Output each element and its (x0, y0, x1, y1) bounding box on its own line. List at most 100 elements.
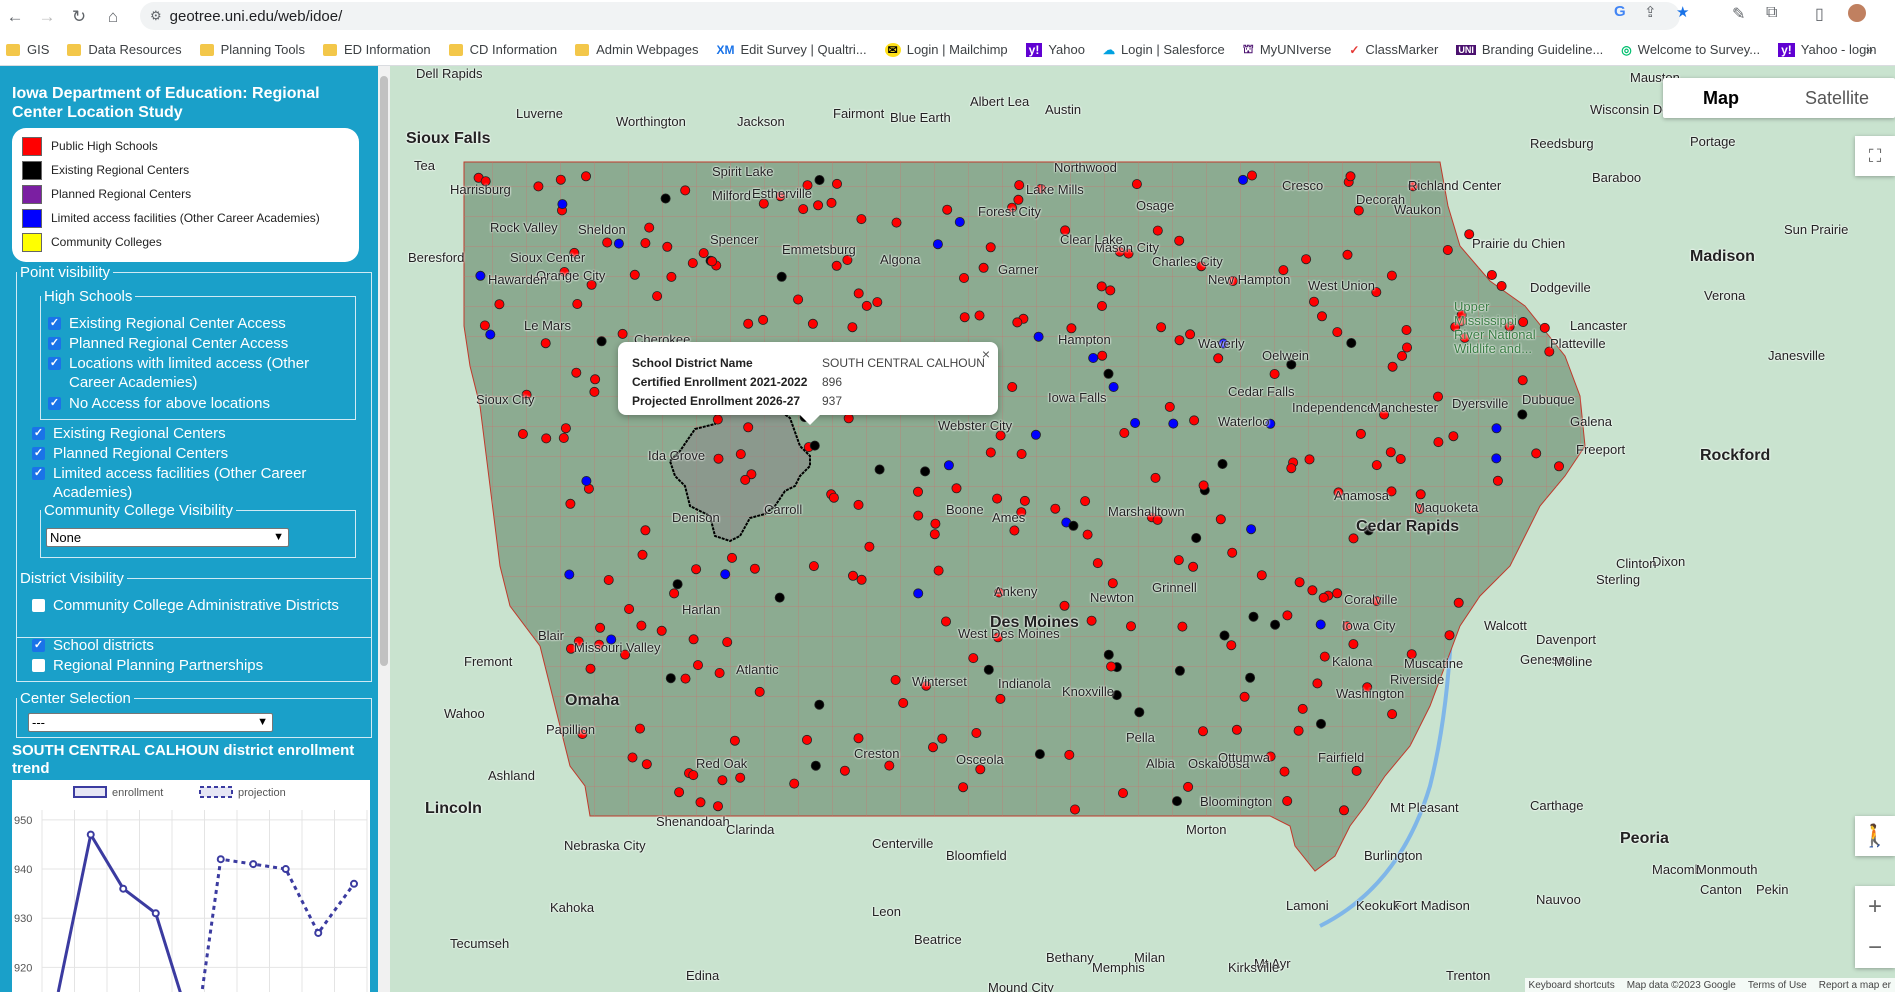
high-school-marker[interactable] (1106, 661, 1117, 672)
high-school-marker[interactable] (706, 256, 717, 267)
high-school-marker[interactable] (1227, 547, 1238, 558)
regional-center-marker[interactable] (672, 579, 683, 590)
high-school-marker[interactable] (1016, 448, 1027, 459)
regional-center-marker[interactable] (920, 466, 931, 477)
high-school-marker[interactable] (1309, 296, 1320, 307)
checkbox-regional-planning[interactable]: Regional Planning Partnerships (32, 656, 362, 675)
regional-center-marker[interactable] (596, 336, 607, 347)
limited-access-marker[interactable] (1238, 174, 1249, 185)
high-school-marker[interactable] (666, 271, 677, 282)
high-school-marker[interactable] (698, 248, 709, 259)
high-school-marker[interactable] (640, 238, 651, 249)
keyboard-shortcuts-link[interactable]: Keyboard shortcuts (1529, 980, 1615, 991)
extension-pen-icon[interactable]: ✎ (1732, 4, 1745, 24)
high-school-marker[interactable] (847, 322, 858, 333)
high-school-marker[interactable] (1185, 329, 1196, 340)
high-school-marker[interactable] (1319, 651, 1330, 662)
high-school-marker[interactable] (674, 787, 685, 798)
regional-center-marker[interactable] (1174, 665, 1185, 676)
bookmark-admin-webpages[interactable]: Admin Webpages (575, 42, 698, 57)
high-school-marker[interactable] (572, 298, 583, 309)
high-school-marker[interactable] (898, 698, 909, 709)
high-school-marker[interactable] (968, 653, 979, 664)
high-school-marker[interactable] (634, 723, 645, 734)
regional-center-marker[interactable] (983, 664, 994, 675)
high-school-marker[interactable] (941, 616, 952, 627)
high-school-marker[interactable] (1177, 621, 1188, 632)
high-school-marker[interactable] (891, 217, 902, 228)
high-school-marker[interactable] (808, 561, 819, 572)
high-school-marker[interactable] (637, 549, 648, 560)
bookmark-branding[interactable]: UNI Branding Guideline... (1456, 42, 1603, 57)
high-school-marker[interactable] (1213, 353, 1224, 364)
high-school-marker[interactable] (722, 637, 733, 648)
high-school-marker[interactable] (853, 288, 864, 299)
site-info-icon[interactable]: ⚙ (150, 8, 162, 24)
high-school-marker[interactable] (735, 449, 746, 460)
high-school-marker[interactable] (1183, 781, 1194, 792)
high-school-marker[interactable] (933, 565, 944, 576)
high-school-marker[interactable] (713, 453, 724, 464)
reload-icon[interactable]: ↻ (64, 2, 94, 32)
bookmark-cd-information[interactable]: CD Information (448, 42, 557, 57)
high-school-marker[interactable] (754, 686, 765, 697)
limited-access-marker[interactable] (1168, 418, 1179, 429)
regional-center-marker[interactable] (660, 193, 671, 204)
high-school-marker[interactable] (1395, 453, 1406, 464)
high-school-marker[interactable] (928, 742, 939, 753)
regional-center-marker[interactable] (1245, 672, 1256, 683)
high-school-marker[interactable] (585, 663, 596, 674)
high-school-marker[interactable] (1353, 205, 1364, 216)
regional-center-marker[interactable] (1034, 749, 1045, 760)
zoom-out-button[interactable]: − (1855, 927, 1895, 968)
regional-center-marker[interactable] (1270, 619, 1281, 630)
high-school-marker[interactable] (691, 564, 702, 575)
regional-center-marker[interactable] (809, 440, 820, 451)
sidebar-scrollbar[interactable] (378, 66, 390, 992)
high-school-marker[interactable] (1531, 448, 1542, 459)
high-school-marker[interactable] (669, 588, 680, 599)
high-school-marker[interactable] (1386, 270, 1397, 281)
home-icon[interactable]: ⌂ (98, 2, 128, 32)
limited-access-marker[interactable] (1108, 381, 1119, 392)
high-school-marker[interactable] (740, 474, 751, 485)
regional-center-marker[interactable] (1134, 707, 1145, 718)
regional-center-marker[interactable] (1517, 409, 1528, 420)
high-school-marker[interactable] (571, 367, 582, 378)
limited-access-marker[interactable] (557, 199, 568, 210)
high-school-marker[interactable] (958, 782, 969, 793)
bookmark-mailchimp[interactable]: ✉ Login | Mailchimp (884, 42, 1008, 57)
high-school-marker[interactable] (1156, 322, 1167, 333)
bookmark-gis[interactable]: GIS (6, 42, 49, 57)
high-school-marker[interactable] (1092, 558, 1103, 569)
high-school-marker[interactable] (589, 386, 600, 397)
high-school-marker[interactable] (890, 675, 901, 686)
high-school-marker[interactable] (1126, 621, 1137, 632)
high-school-marker[interactable] (1107, 578, 1118, 589)
high-school-marker[interactable] (641, 759, 652, 770)
high-school-marker[interactable] (1371, 460, 1382, 471)
high-school-marker[interactable] (1517, 375, 1528, 386)
high-school-marker[interactable] (831, 260, 842, 271)
limited-access-marker[interactable] (564, 569, 575, 580)
regional-center-marker[interactable] (1103, 368, 1114, 379)
checkbox-checked-icon[interactable]: ✓ (32, 467, 45, 480)
high-school-marker[interactable] (602, 237, 613, 248)
limited-access-marker[interactable] (1130, 417, 1141, 428)
regional-center-marker[interactable] (814, 699, 825, 710)
limited-access-marker[interactable] (485, 329, 496, 340)
high-school-marker[interactable] (656, 625, 667, 636)
high-school-marker[interactable] (517, 428, 528, 439)
high-school-marker[interactable] (839, 765, 850, 776)
high-school-marker[interactable] (828, 492, 839, 503)
high-school-marker[interactable] (853, 733, 864, 744)
high-school-marker[interactable] (1070, 804, 1081, 815)
high-school-marker[interactable] (826, 197, 837, 208)
high-school-marker[interactable] (1256, 570, 1267, 581)
high-school-marker[interactable] (913, 486, 924, 497)
high-school-marker[interactable] (1317, 311, 1328, 322)
high-school-marker[interactable] (758, 314, 769, 325)
high-school-marker[interactable] (1415, 489, 1426, 500)
high-school-marker[interactable] (856, 574, 867, 585)
high-school-marker[interactable] (801, 734, 812, 745)
